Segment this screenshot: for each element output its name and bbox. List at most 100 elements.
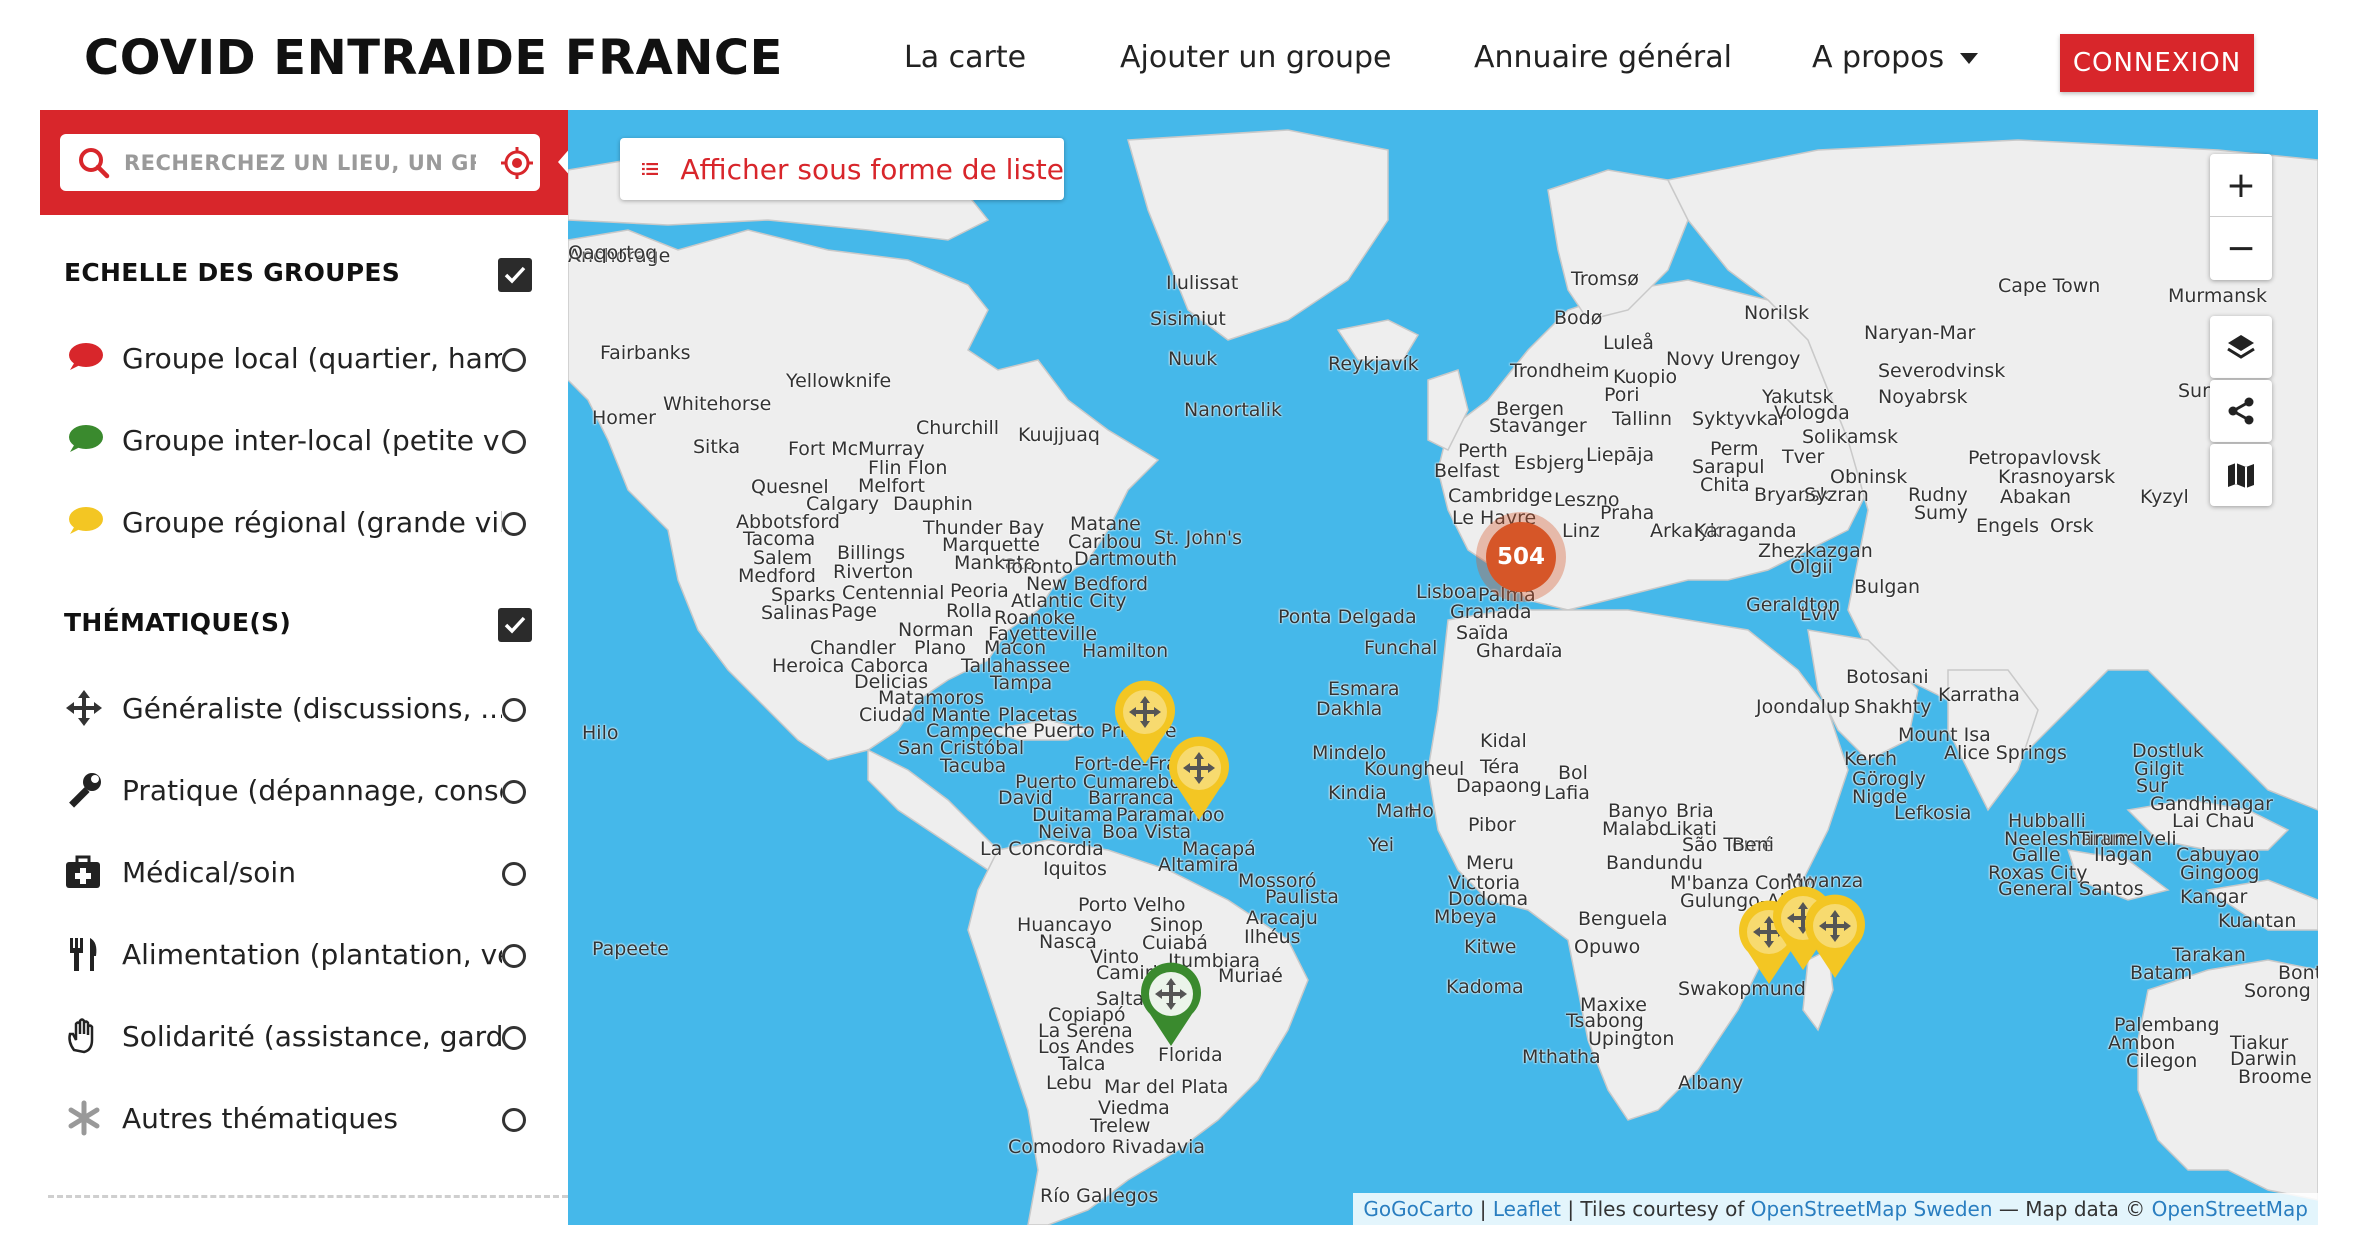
search-bar [40, 110, 590, 215]
map-marker-inter-local[interactable] [1136, 962, 1206, 1048]
nav-ajouter-groupe[interactable]: Ajouter un groupe [1120, 40, 1391, 75]
city-label: Esmara [1328, 678, 1400, 700]
city-label: Kuantan [2218, 910, 2297, 932]
city-label: Sorong [2244, 980, 2311, 1002]
wrench-icon [69, 773, 101, 808]
filter-theme-medical[interactable]: Médical/soin [64, 848, 544, 898]
filter-radio[interactable] [502, 862, 526, 886]
world-map[interactable]: Anchorage Fairbanks Yellowknife Whitehor… [568, 110, 2318, 1225]
city-label: Lebu [1046, 1072, 1093, 1094]
nav-la-carte[interactable]: La carte [904, 40, 1026, 75]
city-label: Tallinn [1612, 408, 1673, 430]
city-label: Batam [2130, 962, 2193, 984]
city-label: Norilsk [1744, 302, 1810, 324]
layers-icon [2227, 335, 2255, 359]
filter-radio[interactable] [502, 780, 526, 804]
filter-radio[interactable] [502, 348, 526, 372]
leaflet-link[interactable]: Leaflet [1493, 1197, 1561, 1221]
filter-label: Solidarité (assistance, garde) [122, 1020, 502, 1053]
theme-section-checkbox[interactable] [498, 608, 532, 642]
city-label: Dapaong [1456, 775, 1542, 797]
city-label: Papeete [592, 938, 669, 960]
gogocarto-link[interactable]: GoGoCarto [1363, 1197, 1473, 1221]
city-label: Nanortalik [1184, 399, 1282, 421]
show-list-button[interactable]: Afficher sous forme de liste [620, 138, 1064, 200]
city-label: Kitwe [1464, 936, 1517, 958]
city-label: Orsk [2050, 515, 2094, 537]
filter-scale-local[interactable]: Groupe local (quartier, hameau) [64, 334, 544, 384]
show-list-label: Afficher sous forme de liste [680, 152, 1064, 186]
scale-section-checkbox[interactable] [498, 258, 532, 292]
city-label: Altamira [1158, 854, 1239, 876]
filter-scale-inter-local[interactable]: Groupe inter-local (petite ville) [64, 416, 544, 466]
city-label: Broome [2238, 1066, 2312, 1088]
city-label: Gingoog [2180, 862, 2260, 884]
city-label: Kyzyl [2140, 486, 2189, 508]
filter-radio[interactable] [502, 512, 526, 536]
city-label: Tampa [990, 672, 1053, 694]
filter-theme-solidarite[interactable]: Solidarité (assistance, garde) [64, 1012, 544, 1062]
city-label: Tromsø [1571, 268, 1639, 290]
filter-radio[interactable] [502, 698, 526, 722]
city-label: Ghardaïa [1476, 640, 1563, 662]
search-input[interactable] [124, 144, 476, 182]
filter-theme-generaliste[interactable]: Généraliste (discussions, ...) [64, 684, 544, 734]
speech-bubble-green-icon [69, 425, 103, 452]
zoom-out-button[interactable]: − [2210, 217, 2272, 279]
city-label: Dakhla [1316, 698, 1383, 720]
site-brand[interactable]: COVID ENTRAIDE FRANCE [84, 30, 783, 86]
list-icon [642, 162, 659, 176]
city-label: Naryan-Mar [1864, 322, 1976, 344]
city-label: Perth [1458, 440, 1508, 462]
city-label: Stavanger [1489, 415, 1587, 437]
layers-button[interactable] [2210, 316, 2272, 378]
city-label: Río Gallegos [1040, 1185, 1159, 1207]
city-label: Luleå [1603, 332, 1654, 354]
city-label: Kangar [2180, 886, 2248, 908]
filter-radio[interactable] [502, 1026, 526, 1050]
city-label: Lefkosia [1894, 802, 1972, 824]
filter-theme-alimentation[interactable]: Alimentation (plantation, vente) [64, 930, 544, 980]
search-icon[interactable] [78, 147, 110, 179]
site-header: COVID ENTRAIDE FRANCE La carte Ajouter u… [0, 0, 2364, 110]
nav-a-propos[interactable]: A propos [1812, 40, 1979, 75]
city-label: Yellowknife [786, 370, 892, 392]
filter-theme-autres[interactable]: Autres thématiques [64, 1094, 544, 1144]
city-label: Reykjavík [1328, 353, 1419, 375]
filter-label: Groupe inter-local (petite ville) [122, 424, 502, 457]
sidebar-divider [48, 1195, 568, 1198]
city-label: Qaqortoq [568, 242, 658, 264]
city-label: St. John's [1154, 527, 1243, 549]
city-label: Linz [1562, 520, 1600, 542]
speech-bubble-red-icon [69, 343, 103, 370]
city-label: Ho [1408, 800, 1434, 822]
city-label: Meru [1466, 852, 1514, 874]
osm-sweden-link[interactable]: OpenStreetMap Sweden [1751, 1197, 1993, 1221]
locate-icon[interactable] [500, 146, 534, 180]
city-label: Syktyvkar [1692, 408, 1787, 430]
city-label: Bol [1558, 762, 1588, 784]
zoom-in-button[interactable]: + [2210, 154, 2272, 216]
marker-cluster[interactable]: 504 [1476, 512, 1566, 602]
city-label: Noyabrsk [1878, 386, 1968, 408]
filter-radio[interactable] [502, 944, 526, 968]
filter-theme-pratique[interactable]: Pratique (dépannage, conseils) [64, 766, 544, 816]
attribution-separator: | [1473, 1197, 1493, 1221]
map-marker-regional[interactable] [1164, 736, 1234, 822]
city-label: Mthatha [1522, 1046, 1601, 1068]
map-attribution: GoGoCarto | Leaflet | Tiles courtesy of … [1353, 1193, 2318, 1225]
nav-annuaire[interactable]: Annuaire général [1474, 40, 1732, 75]
map-view-button[interactable] [2210, 444, 2272, 506]
filter-scale-regional[interactable]: Groupe régional (grande ville, région) [64, 498, 544, 548]
osm-link[interactable]: OpenStreetMap [2152, 1197, 2308, 1221]
city-label: Novy Urengoy [1666, 348, 1801, 370]
share-button[interactable] [2210, 380, 2272, 442]
filter-radio[interactable] [502, 1108, 526, 1132]
city-label: Malabo [1602, 818, 1671, 840]
map-marker-regional[interactable] [1800, 894, 1870, 980]
filter-radio[interactable] [502, 430, 526, 454]
city-label: Hamilton [1082, 640, 1169, 662]
filter-label: Groupe régional (grande ville, région) [122, 506, 502, 539]
login-button[interactable]: CONNEXION [2060, 34, 2254, 92]
medical-kit-icon [66, 855, 100, 888]
